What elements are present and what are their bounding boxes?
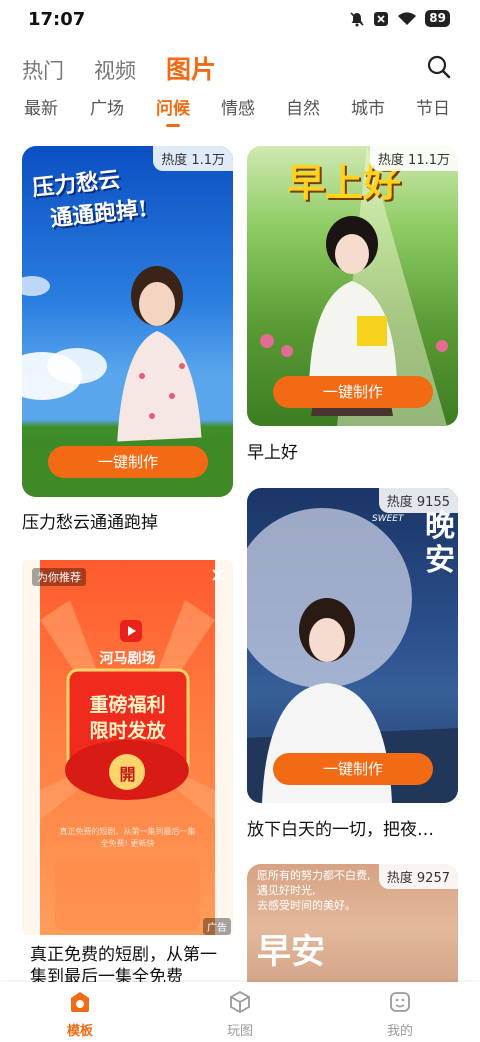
- make-button[interactable]: 一键制作: [48, 446, 208, 478]
- nav-play[interactable]: 玩图: [210, 990, 270, 1039]
- ad-card[interactable]: 河马剧场 重磅福利 限时发放 開 真正免费的短剧、从第一集到最后一集 全免费! …: [22, 560, 233, 935]
- make-button[interactable]: 一键制作: [273, 376, 433, 408]
- search-button[interactable]: [426, 54, 452, 80]
- card2-caption: 早上好: [247, 443, 298, 463]
- card4-poem-1: 愿所有的努力都不白费,: [257, 869, 371, 882]
- nav-play-label: 玩图: [226, 1024, 253, 1039]
- ad-small-text-1: 真正免费的短剧、从第一集到最后一集: [59, 827, 196, 836]
- ad-headline-1: 重磅福利: [89, 694, 166, 716]
- tab-hot[interactable]: 热门: [22, 55, 64, 85]
- heat-badge: 热度 9155: [378, 488, 458, 513]
- status-icons: 89: [349, 10, 450, 27]
- cube-icon: [230, 990, 250, 1014]
- status-bar: 17:07 89: [0, 0, 480, 40]
- nav-mine[interactable]: 我的: [370, 990, 430, 1039]
- tab-picture[interactable]: 图片: [166, 50, 216, 86]
- heat-badge: 热度 9257: [378, 864, 458, 889]
- ad-caption: 真正免费的短剧，从第一集到最后一集全免费: [30, 945, 217, 982]
- sub-tab-nature[interactable]: 自然: [286, 94, 320, 119]
- sub-tab-greeting[interactable]: 问候: [156, 94, 190, 119]
- profile-icon: [390, 992, 410, 1012]
- active-tab-indicator: [166, 124, 180, 127]
- sub-tab-square[interactable]: 广场: [90, 94, 124, 119]
- ad-open-button: 開: [119, 765, 136, 784]
- main-tabs: 热门 视频 图片: [22, 50, 216, 86]
- template-icon: [71, 992, 89, 1012]
- bottom-nav: 模板 玩图 我的: [0, 982, 480, 1042]
- nav-template-label: 模板: [66, 1024, 93, 1039]
- template-card-2[interactable]: 早上好 热度 11.1万 一键制作: [247, 146, 458, 426]
- sub-tabs: 最新 广场 问候 情感 自然 城市 节日: [0, 94, 480, 134]
- wifi-icon: [398, 11, 417, 25]
- battery-icon: 89: [425, 10, 450, 27]
- sub-tab-festival[interactable]: 节日: [416, 94, 450, 119]
- close-icon[interactable]: [211, 568, 225, 582]
- nav-template[interactable]: 模板: [50, 990, 110, 1039]
- tab-video[interactable]: 视频: [94, 55, 136, 85]
- ad-image: 河马剧场 重磅福利 限时发放 開 真正免费的短剧、从第一集到最后一集 全免费! …: [40, 560, 215, 935]
- template-card-1[interactable]: 压力愁云 通通跑掉! 热度 1.1万 一键制作: [22, 146, 233, 497]
- card3-overlay-en: SWEET: [372, 514, 404, 524]
- ad-app-name: 河马剧场: [99, 651, 156, 667]
- card4-poem-2: 遇见好时光,: [257, 884, 316, 897]
- close-box-icon: [374, 11, 389, 26]
- make-button[interactable]: 一键制作: [273, 753, 433, 785]
- nav-mine-label: 我的: [386, 1024, 413, 1039]
- mute-icon: [350, 11, 364, 26]
- card4-overlay: 早安: [257, 932, 325, 972]
- sub-tab-city[interactable]: 城市: [351, 94, 385, 119]
- ad-small-text-2: 全免费! 更新快: [100, 839, 155, 848]
- search-icon: [427, 55, 451, 79]
- card3-overlay: 晚安: [425, 509, 455, 578]
- heat-badge: 热度 1.1万: [153, 146, 233, 171]
- card4-poem-3: 去感受时间的美好。: [257, 899, 356, 912]
- card1-caption: 压力愁云通通跑掉: [22, 513, 158, 533]
- ad-sunburst: [40, 600, 215, 930]
- card3-caption: 放下白天的一切，把夜…: [247, 820, 434, 840]
- heat-badge: 热度 11.1万: [369, 146, 458, 171]
- ad-recommend-tag: 为你推荐: [32, 568, 86, 586]
- ad-headline-2: 限时发放: [89, 720, 166, 742]
- template-card-3[interactable]: SWEET 晚安 热度 9155 一键制作: [247, 488, 458, 803]
- sub-tab-latest[interactable]: 最新: [24, 94, 58, 119]
- sub-tab-emotion[interactable]: 情感: [221, 94, 255, 119]
- status-time: 17:07: [28, 9, 86, 30]
- ad-label: 广告: [203, 918, 231, 935]
